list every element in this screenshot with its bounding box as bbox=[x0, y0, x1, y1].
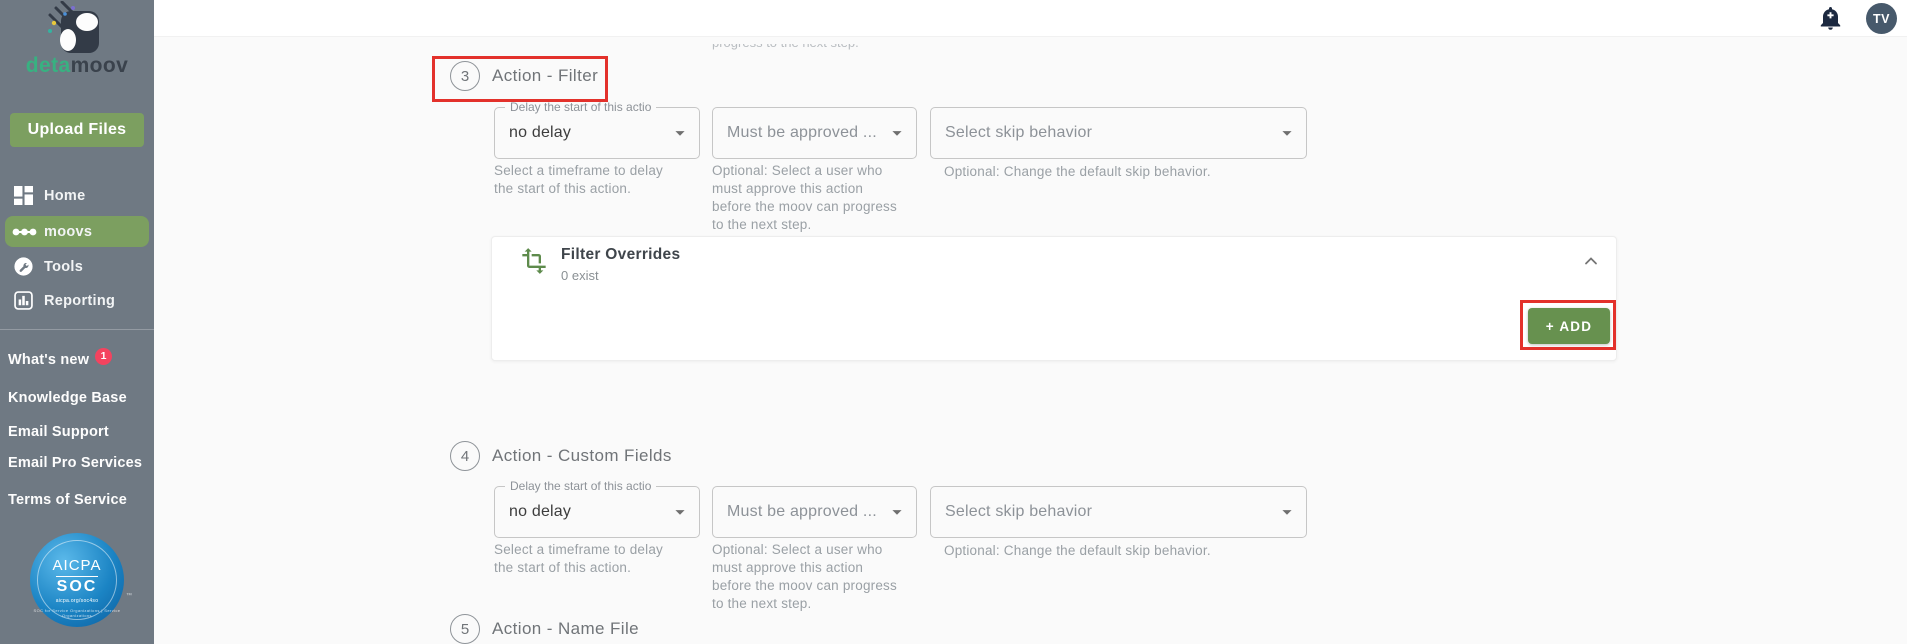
soc-trademark: ™ bbox=[126, 593, 132, 599]
sidebar-item-label: moovs bbox=[44, 223, 93, 240]
soc-badge-ring-text: SOC for Service Organizations | Service … bbox=[33, 608, 121, 618]
clipped-helper-text: progress to the next step. bbox=[712, 44, 952, 53]
sidebar: detamoov Upload Files Home moovs Tools R… bbox=[0, 0, 154, 644]
sidebar-item-label: Reporting bbox=[44, 292, 116, 309]
email-pro-services-link[interactable]: Email Pro Services bbox=[8, 453, 142, 473]
skip-behavior-select[interactable]: Select skip behavior bbox=[930, 107, 1307, 159]
skip-behavior-select[interactable]: Select skip behavior bbox=[930, 486, 1307, 538]
annotation-box-step3 bbox=[432, 56, 608, 102]
step-5-title: Action - Name File bbox=[492, 619, 640, 638]
annotation-box-add-button bbox=[1520, 300, 1616, 350]
delay-select-label: Delay the start of this actio bbox=[505, 100, 657, 114]
notification-bell-icon[interactable] bbox=[1818, 5, 1843, 32]
knowledge-base-link[interactable]: Knowledge Base bbox=[8, 388, 127, 408]
bar-chart-icon bbox=[14, 291, 33, 310]
soc-badge-soc-text: SOC bbox=[56, 577, 98, 595]
moovs-dots-icon bbox=[12, 226, 37, 238]
wrench-icon bbox=[14, 257, 33, 276]
top-app-bar bbox=[154, 0, 1907, 37]
step-4-circle: 4 bbox=[450, 441, 480, 471]
aicpa-soc-badge: AICPA SOC aicpa.org/soc4so SOC for Servi… bbox=[30, 533, 124, 627]
approver-select[interactable]: Must be approved ... bbox=[712, 107, 917, 159]
step-4-title: Action - Custom Fields bbox=[492, 446, 672, 465]
dropdown-arrow-icon bbox=[1282, 131, 1292, 136]
sidebar-item-reporting[interactable]: Reporting bbox=[0, 285, 154, 316]
delay-select[interactable]: Delay the start of this actio no delay bbox=[494, 100, 700, 159]
filter-overrides-title: Filter Overrides bbox=[561, 246, 681, 263]
delay-select[interactable]: Delay the start of this actio no delay bbox=[494, 479, 700, 538]
datamoov-logo-icon bbox=[48, 1, 99, 53]
whats-new-link[interactable]: What's new 1 bbox=[8, 347, 113, 370]
upload-files-button[interactable]: Upload Files bbox=[10, 113, 144, 147]
sidebar-divider bbox=[0, 329, 154, 330]
skip-behavior-select-value: Select skip behavior bbox=[945, 124, 1093, 141]
delay-select-value: no delay bbox=[509, 503, 572, 520]
terms-of-service-link[interactable]: Terms of Service bbox=[8, 490, 127, 510]
user-avatar[interactable]: TV bbox=[1866, 3, 1897, 34]
soc-badge-aicpa-text: AICPA bbox=[52, 556, 102, 574]
approver-helper-text: Optional: Select a user who must approve… bbox=[712, 163, 897, 232]
sidebar-item-home[interactable]: Home bbox=[0, 180, 154, 211]
skip-helper-text: Optional: Change the default skip behavi… bbox=[944, 164, 1211, 179]
brand-green-part: deta bbox=[25, 54, 71, 77]
brand-gray-part: moov bbox=[70, 54, 129, 77]
whats-new-label: What's new bbox=[8, 352, 90, 368]
skip-helper-text: Optional: Change the default skip behavi… bbox=[944, 543, 1211, 558]
soc-badge-divider bbox=[56, 575, 98, 577]
filter-overrides-count: 0 exist bbox=[561, 268, 599, 283]
brand-wordmark: detamoov bbox=[0, 54, 154, 78]
sidebar-item-label: Home bbox=[44, 187, 86, 204]
dropdown-arrow-icon bbox=[892, 510, 902, 515]
sidebar-item-moovs[interactable]: moovs bbox=[0, 216, 154, 247]
filter-overrides-card: Filter Overrides 0 exist + ADD bbox=[491, 236, 1617, 361]
approver-select-value: Must be approved ... bbox=[727, 503, 877, 520]
dashboard-icon bbox=[14, 186, 33, 205]
approver-helper-text: Optional: Select a user who must approve… bbox=[712, 542, 897, 611]
dropdown-arrow-icon bbox=[892, 131, 902, 136]
chevron-up-icon[interactable] bbox=[1579, 249, 1603, 273]
sidebar-item-label: Tools bbox=[44, 258, 84, 275]
delay-select-value: no delay bbox=[509, 124, 572, 141]
email-support-link[interactable]: Email Support bbox=[8, 422, 109, 442]
step-5-circle: 5 bbox=[450, 614, 480, 644]
app-root: TV detamoov Upload Files Home moovs Tool… bbox=[0, 0, 1907, 644]
dropdown-arrow-icon bbox=[675, 510, 685, 515]
delay-helper-text: Select a timeframe to delay the start of… bbox=[494, 163, 663, 196]
delay-helper-text: Select a timeframe to delay the start of… bbox=[494, 542, 663, 575]
approver-select[interactable]: Must be approved ... bbox=[712, 486, 917, 538]
approver-select-value: Must be approved ... bbox=[727, 124, 877, 141]
sidebar-item-tools[interactable]: Tools bbox=[0, 251, 154, 282]
dropdown-arrow-icon bbox=[675, 131, 685, 136]
soc-badge-url: aicpa.org/soc4so bbox=[55, 597, 99, 604]
transform-icon bbox=[522, 248, 546, 274]
skip-behavior-select-value: Select skip behavior bbox=[945, 503, 1093, 520]
whats-new-count-badge: 1 bbox=[95, 347, 113, 365]
delay-select-label: Delay the start of this actio bbox=[505, 479, 657, 493]
dropdown-arrow-icon bbox=[1282, 510, 1292, 515]
